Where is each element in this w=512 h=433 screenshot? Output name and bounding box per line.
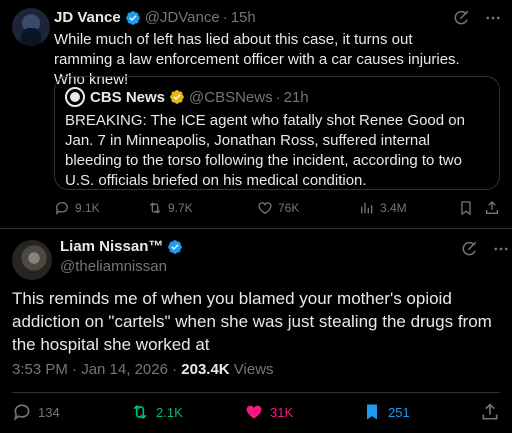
reply-button[interactable]: 9.1K (54, 200, 100, 216)
tweet-top-icons (452, 9, 502, 27)
quoted-timestamp: 21h (283, 88, 309, 106)
reply-count: 134 (38, 404, 60, 420)
divider (12, 392, 500, 393)
author-name[interactable]: Liam Nissan™ (60, 238, 163, 255)
reply-icon (14, 404, 30, 421)
views-button[interactable]: 3.4M (359, 200, 407, 216)
views-count: 203.4K (181, 361, 230, 378)
like-button[interactable]: 31K (244, 402, 293, 422)
share-icon (482, 403, 498, 420)
tweet-meta: 3:53 PM · Jan 14, 2026 · 203.4K Views (12, 361, 274, 378)
bookmark-count: 251 (388, 404, 410, 420)
repost-icon (133, 404, 147, 420)
share-icon (486, 201, 498, 214)
bookmark-button[interactable] (458, 200, 474, 216)
repost-icon (149, 202, 161, 214)
verified-badge-icon (168, 239, 183, 254)
reply-icon (55, 202, 68, 215)
bookmark-button[interactable]: 251 (362, 402, 410, 422)
like-count: 31K (270, 404, 294, 420)
bookmark-filled-icon (367, 404, 377, 420)
reply-button[interactable]: 134 (12, 402, 60, 422)
divider (0, 228, 512, 229)
timestamp[interactable]: 15h (231, 9, 256, 26)
timestamp[interactable]: 3:53 PM · Jan 14, 2026 · (12, 361, 181, 378)
tweet-text: This reminds me of when you blamed your … (12, 289, 492, 354)
views-chart-icon (361, 202, 373, 214)
tweet-actions: 134 2.1K 31K 251 (12, 402, 502, 426)
grok-icon[interactable] (460, 240, 478, 258)
bookmark-icon (461, 201, 471, 216)
share-button[interactable] (480, 402, 500, 422)
verified-badge-icon (125, 10, 140, 25)
quoted-tweet-header: CBS News @CBSNews · 21h (65, 87, 309, 107)
tweet-actions: 9.1K 9.7K 76K 3.4M (54, 200, 504, 220)
like-button[interactable]: 76K (257, 200, 299, 216)
like-count: 76K (278, 201, 300, 215)
share-button[interactable] (484, 200, 500, 216)
heart-filled-icon (246, 405, 262, 419)
author-handle[interactable]: @theliamnissan (60, 258, 167, 275)
avatar[interactable] (12, 8, 50, 46)
views-count: 3.4M (380, 201, 407, 215)
repost-count: 9.7K (168, 201, 193, 215)
quoted-author-name: CBS News (90, 88, 166, 106)
author-handle[interactable]: @JDVance (145, 9, 220, 26)
quoted-author-handle: @CBSNews (189, 88, 273, 106)
author-name[interactable]: JD Vance (54, 9, 121, 26)
separator-dot: · (222, 9, 228, 26)
repost-button[interactable]: 2.1K (130, 402, 183, 422)
quoted-tweet[interactable]: CBS News @CBSNews · 21h BREAKING: The IC… (54, 76, 500, 190)
separator-dot: · (275, 88, 281, 106)
cbs-logo-icon (65, 87, 85, 107)
tweet-top-icons (460, 240, 510, 258)
tweet-header: Liam Nissan™ (60, 238, 183, 255)
tweet-jdvance[interactable]: JD Vance @JDVance · 15h While much of le… (0, 0, 512, 228)
more-options-icon[interactable] (492, 240, 510, 258)
repost-button[interactable]: 9.7K (147, 200, 193, 216)
tweet-header: JD Vance @JDVance · 15h (54, 9, 256, 26)
quoted-tweet-text: BREAKING: The ICE agent who fatally shot… (65, 112, 465, 189)
repost-count: 2.1K (156, 404, 183, 420)
grok-icon[interactable] (452, 9, 470, 27)
views-label: Views (229, 361, 274, 378)
reply-count: 9.1K (75, 201, 100, 215)
heart-icon (258, 202, 272, 215)
more-options-icon[interactable] (484, 9, 502, 27)
verified-gold-badge-icon (170, 90, 184, 104)
avatar[interactable] (12, 240, 52, 280)
